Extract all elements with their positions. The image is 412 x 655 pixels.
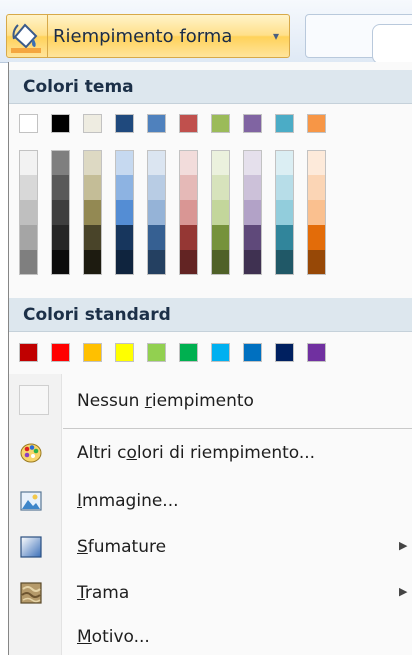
shape-fill-label: Riempimento forma <box>53 26 233 47</box>
theme-shade-swatch[interactable] <box>83 250 102 275</box>
theme-shade-swatch[interactable] <box>179 250 198 275</box>
theme-shade-swatch[interactable] <box>147 225 166 250</box>
theme-color-swatch[interactable] <box>83 114 102 133</box>
theme-shade-swatch[interactable] <box>179 175 198 200</box>
theme-shade-swatch[interactable] <box>147 250 166 275</box>
more-fill-colors-label: Altri colori di riempimento... <box>77 443 316 463</box>
standard-colors-header: Colori standard <box>9 298 412 332</box>
submenu-arrow-icon: ▶ <box>399 585 408 598</box>
standard-color-swatch[interactable] <box>19 343 38 362</box>
theme-shade-swatch[interactable] <box>19 150 38 175</box>
theme-shade-swatch[interactable] <box>243 200 262 225</box>
theme-shade-swatch[interactable] <box>115 150 134 175</box>
standard-color-swatch[interactable] <box>51 343 70 362</box>
theme-shade-swatch[interactable] <box>115 200 134 225</box>
theme-shade-swatch[interactable] <box>307 250 326 275</box>
paint-bucket-icon[interactable] <box>7 15 48 57</box>
texture-fill-item[interactable]: Trama ▶ <box>9 574 412 612</box>
more-fill-colors-item[interactable]: Altri colori di riempimento... <box>9 434 412 472</box>
theme-color-swatch[interactable] <box>211 114 230 133</box>
theme-shade-swatch[interactable] <box>51 150 70 175</box>
theme-shade-swatch[interactable] <box>275 225 294 250</box>
pattern-fill-item[interactable]: Motivo... <box>9 618 412 655</box>
standard-color-swatch[interactable] <box>147 343 166 362</box>
color-palette-icon <box>19 441 43 465</box>
theme-shade-swatch[interactable] <box>19 175 38 200</box>
standard-color-swatch[interactable] <box>179 343 198 362</box>
no-fill-label: Nessun riempimento <box>77 391 254 411</box>
theme-color-swatch[interactable] <box>179 114 198 133</box>
fill-dropdown-menu: Colori tema Colori standard Nessun riemp… <box>8 62 412 655</box>
theme-shade-swatch[interactable] <box>19 250 38 275</box>
theme-shade-swatch[interactable] <box>19 200 38 225</box>
theme-shade-swatch[interactable] <box>51 200 70 225</box>
theme-shade-swatch[interactable] <box>307 200 326 225</box>
theme-shade-swatch[interactable] <box>83 175 102 200</box>
theme-shade-swatch[interactable] <box>275 200 294 225</box>
ribbon-strip: Riempimento forma ▾ <box>0 0 412 64</box>
picture-fill-label: Immagine... <box>77 491 179 511</box>
standard-color-swatch[interactable] <box>83 343 102 362</box>
theme-shade-swatch[interactable] <box>115 225 134 250</box>
theme-shade-swatch[interactable] <box>211 250 230 275</box>
theme-color-swatch[interactable] <box>307 114 326 133</box>
pattern-fill-label: Motivo... <box>77 627 150 647</box>
theme-shade-swatch[interactable] <box>115 250 134 275</box>
ribbon-gallery-button[interactable] <box>372 24 412 64</box>
theme-colors-header: Colori tema <box>9 70 412 104</box>
theme-shade-swatch[interactable] <box>147 175 166 200</box>
standard-color-swatch[interactable] <box>115 343 134 362</box>
picture-icon <box>19 489 43 513</box>
theme-shade-swatch[interactable] <box>83 150 102 175</box>
theme-shade-swatch[interactable] <box>179 200 198 225</box>
theme-shade-swatch[interactable] <box>179 150 198 175</box>
theme-shade-swatch[interactable] <box>179 225 198 250</box>
theme-shade-swatch[interactable] <box>211 225 230 250</box>
menu-separator <box>63 428 412 429</box>
standard-color-swatch[interactable] <box>243 343 262 362</box>
theme-shade-swatch[interactable] <box>243 150 262 175</box>
theme-shade-swatch[interactable] <box>211 150 230 175</box>
theme-color-swatch[interactable] <box>51 114 70 133</box>
theme-shade-swatch[interactable] <box>115 175 134 200</box>
theme-color-swatch[interactable] <box>147 114 166 133</box>
theme-shade-swatch[interactable] <box>275 150 294 175</box>
theme-shade-swatch[interactable] <box>147 150 166 175</box>
gradient-fill-label: Sfumature <box>77 537 167 557</box>
submenu-arrow-icon: ▶ <box>399 539 408 552</box>
theme-shade-swatch[interactable] <box>83 225 102 250</box>
standard-color-swatch[interactable] <box>211 343 230 362</box>
texture-icon <box>19 581 43 605</box>
theme-shade-swatch[interactable] <box>211 175 230 200</box>
theme-shade-swatch[interactable] <box>307 150 326 175</box>
theme-shade-swatch[interactable] <box>243 175 262 200</box>
theme-shade-swatch[interactable] <box>83 200 102 225</box>
theme-color-swatch[interactable] <box>243 114 262 133</box>
texture-fill-label: Trama <box>77 583 130 603</box>
shape-fill-button[interactable]: Riempimento forma ▾ <box>6 14 290 58</box>
theme-color-swatch[interactable] <box>115 114 134 133</box>
theme-shade-swatch[interactable] <box>243 250 262 275</box>
standard-color-swatch[interactable] <box>275 343 294 362</box>
theme-color-swatch[interactable] <box>19 114 38 133</box>
theme-shade-swatch[interactable] <box>51 175 70 200</box>
gradient-fill-item[interactable]: Sfumature ▶ <box>9 528 412 566</box>
theme-shade-swatch[interactable] <box>275 250 294 275</box>
theme-shade-swatch[interactable] <box>51 250 70 275</box>
theme-shade-swatch[interactable] <box>307 225 326 250</box>
standard-color-swatch[interactable] <box>307 343 326 362</box>
chevron-down-icon[interactable]: ▾ <box>273 29 279 43</box>
picture-fill-item[interactable]: Immagine... <box>9 482 412 520</box>
theme-shade-swatch[interactable] <box>275 175 294 200</box>
theme-shade-swatch[interactable] <box>19 225 38 250</box>
theme-shade-swatch[interactable] <box>211 200 230 225</box>
theme-shade-swatch[interactable] <box>243 225 262 250</box>
theme-shade-swatch[interactable] <box>147 200 166 225</box>
no-fill-item[interactable]: Nessun riempimento <box>9 382 412 420</box>
theme-shade-swatch[interactable] <box>307 175 326 200</box>
no-fill-swatch-icon <box>19 385 49 415</box>
theme-shade-swatch[interactable] <box>51 225 70 250</box>
theme-color-swatch[interactable] <box>275 114 294 133</box>
gradient-icon <box>19 535 43 559</box>
